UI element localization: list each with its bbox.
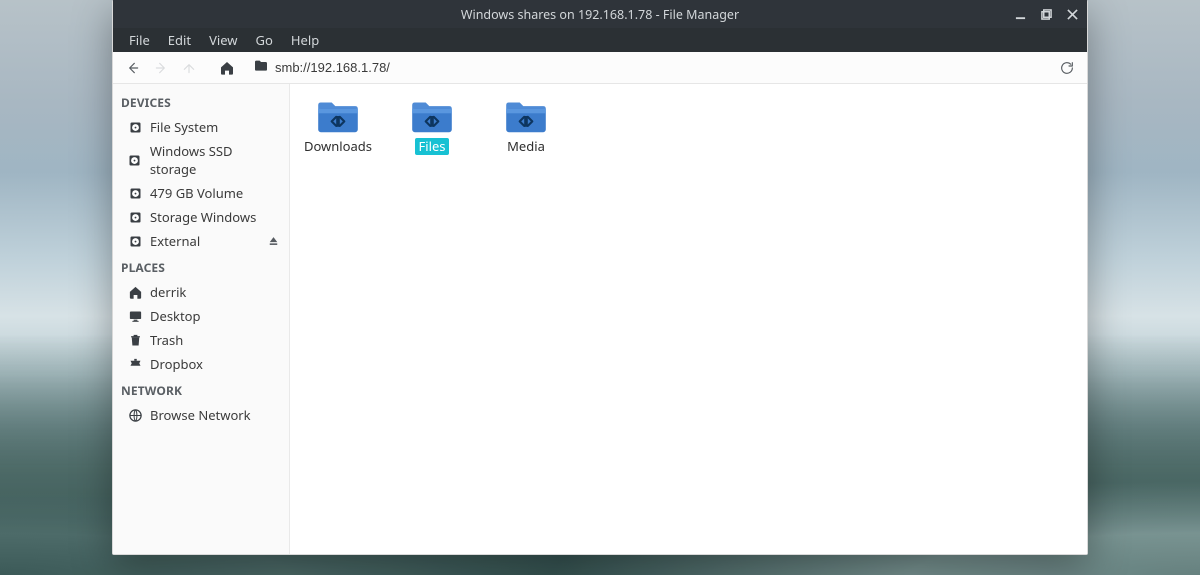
network-folder-icon: [409, 98, 455, 134]
sidebar-section-network: NETWORK: [113, 376, 289, 403]
window-maximize-button[interactable]: [1039, 7, 1053, 21]
sidebar-item-label: External: [150, 232, 200, 250]
file-content-area[interactable]: Downloads Files Media: [290, 84, 1087, 554]
sidebar-item-label: 479 GB Volume: [150, 184, 243, 202]
file-item-label: Files: [415, 138, 448, 155]
desktop-background: Windows shares on 192.168.1.78 - File Ma…: [0, 0, 1200, 575]
nav-back-button[interactable]: [121, 56, 145, 80]
disk-icon: [127, 209, 143, 225]
sidebar-item-label: derrik: [150, 283, 186, 301]
folder-icon: [253, 58, 269, 78]
location-bar[interactable]: [249, 56, 1045, 80]
eject-icon[interactable]: [265, 233, 281, 249]
menu-bar: File Edit View Go Help: [113, 28, 1087, 52]
dropbox-icon: [127, 356, 143, 372]
window-title: Windows shares on 192.168.1.78 - File Ma…: [461, 6, 739, 23]
share-item-downloads[interactable]: Downloads: [304, 96, 372, 157]
sidebar-item-trash[interactable]: Trash: [113, 328, 289, 352]
sidebar: DEVICES File System Windows SSD storage 47…: [113, 84, 290, 554]
sidebar-item-label: Windows SSD storage: [150, 142, 281, 178]
sidebar-item-derrik[interactable]: derrik: [113, 280, 289, 304]
sidebar-item-label: Storage Windows: [150, 208, 256, 226]
sidebar-item-479-gb-volume[interactable]: 479 GB Volume: [113, 181, 289, 205]
sidebar-item-storage-windows[interactable]: Storage Windows: [113, 205, 289, 229]
menu-edit[interactable]: Edit: [160, 29, 199, 51]
menu-go[interactable]: Go: [248, 29, 281, 51]
reload-button[interactable]: [1055, 56, 1079, 80]
file-item-label: Downloads: [301, 138, 375, 155]
window-titlebar[interactable]: Windows shares on 192.168.1.78 - File Ma…: [113, 0, 1087, 28]
sidebar-item-browse-network[interactable]: Browse Network: [113, 403, 289, 427]
file-item-label: Media: [504, 138, 548, 155]
nav-forward-button[interactable]: [149, 56, 173, 80]
sidebar-section-places: PLACES: [113, 253, 289, 280]
sidebar-item-label: Desktop: [150, 307, 201, 325]
location-input[interactable]: [275, 60, 1041, 75]
sidebar-item-label: Dropbox: [150, 355, 203, 373]
sidebar-item-label: File System: [150, 118, 218, 136]
nav-home-button[interactable]: [215, 56, 239, 80]
disk-icon: [127, 185, 143, 201]
globe-icon: [127, 407, 143, 423]
share-item-files[interactable]: Files: [398, 96, 466, 157]
disk-icon: [127, 233, 143, 249]
sidebar-item-label: Trash: [150, 331, 183, 349]
network-folder-icon: [315, 98, 361, 134]
sidebar-item-file-system[interactable]: File System: [113, 115, 289, 139]
menu-file[interactable]: File: [121, 29, 158, 51]
trash-icon: [127, 332, 143, 348]
sidebar-item-dropbox[interactable]: Dropbox: [113, 352, 289, 376]
window-controls: [1013, 0, 1079, 28]
desktop-icon: [127, 308, 143, 324]
file-manager-window: Windows shares on 192.168.1.78 - File Ma…: [112, 0, 1088, 555]
sidebar-item-label: Browse Network: [150, 406, 251, 424]
home-icon: [127, 284, 143, 300]
sidebar-item-windows-ssd-storage[interactable]: Windows SSD storage: [113, 139, 289, 181]
disk-icon: [127, 119, 143, 135]
disk-icon: [127, 152, 143, 168]
sidebar-item-desktop[interactable]: Desktop: [113, 304, 289, 328]
menu-view[interactable]: View: [201, 29, 245, 51]
navigation-toolbar: [113, 52, 1087, 84]
network-folder-icon: [503, 98, 549, 134]
sidebar-item-external[interactable]: External: [113, 229, 289, 253]
menu-help[interactable]: Help: [283, 29, 327, 51]
window-minimize-button[interactable]: [1013, 7, 1027, 21]
share-item-media[interactable]: Media: [492, 96, 560, 157]
nav-up-button[interactable]: [177, 56, 201, 80]
window-close-button[interactable]: [1065, 7, 1079, 21]
sidebar-section-devices: DEVICES: [113, 88, 289, 115]
